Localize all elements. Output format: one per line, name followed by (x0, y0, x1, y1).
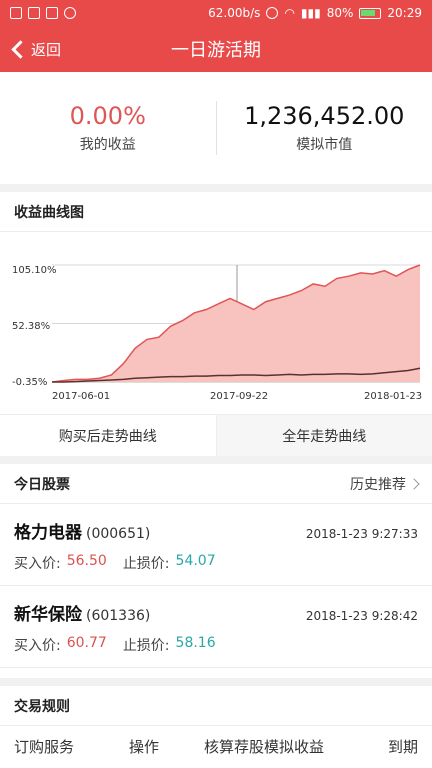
capital-block: 1,236,452.00 模拟市值 (217, 102, 432, 154)
stock-item[interactable]: 格力电器 (000651) 2018-1-23 9:27:33 买入价: 56.… (0, 504, 432, 586)
rules-col-settlement: 核算荐股模拟收益 (203, 737, 324, 756)
stock-time: 2018-1-23 9:27:33 (305, 527, 418, 541)
signal-icon: ▮▮▮ (300, 6, 321, 20)
capital-value: 1,236,452.00 (244, 102, 405, 130)
battery-percent: 80% (326, 6, 354, 20)
app-notification-icon (10, 7, 22, 19)
network-speed: 62.00b/s (208, 6, 261, 20)
stocks-header: 今日股票 历史推荐 (0, 464, 432, 504)
battery-icon (359, 7, 382, 19)
stock-code: (601336) (86, 608, 151, 624)
return-label: 我的收益 (79, 137, 136, 153)
rules-section-title: 交易规则 (0, 686, 432, 726)
stop-price-label: 止损价: (122, 638, 170, 654)
stock-name: 格力电器 (14, 523, 82, 543)
rules-col-expiry: 到期 (387, 737, 418, 756)
trading-rules-card: 交易规则 订购服务 操作 核算荐股模拟收益 到期 (0, 686, 432, 768)
message-notification-icon (28, 7, 40, 19)
clock: 20:29 (387, 6, 422, 20)
returns-chart: 105.10% 52.38% -0.35% 2017-06-01 2017-09… (0, 232, 432, 414)
buy-price: 56.50 (66, 553, 107, 569)
chevron-right-icon (408, 477, 420, 490)
y-tick-label: -0.35% (12, 377, 48, 388)
status-bar: 62.00b/s ◠ ▮▮▮ 80% 20:29 (0, 0, 432, 26)
stop-price-label: 止损价: (122, 556, 170, 572)
today-stocks-card: 今日股票 历史推荐 格力电器 (000651) 2018-1-23 9:27:3… (0, 464, 432, 678)
wifi-icon: ◠ (284, 6, 295, 20)
back-label: 返回 (31, 40, 62, 59)
rules-header-row: 订购服务 操作 核算荐股模拟收益 到期 (0, 726, 432, 766)
page-title: 一日游活期 (171, 40, 261, 61)
chart-canvas (51, 264, 421, 383)
chevron-left-icon (11, 39, 30, 59)
chart-card: 收益曲线图 105.10% 52.38% -0.35% 2017-06-01 2… (0, 192, 432, 456)
nav-bar: 返回 一日游活期 (0, 26, 432, 72)
stock-name: 新华保险 (14, 605, 82, 625)
y-tick-label: 52.38% (12, 321, 51, 332)
return-value: 0.00% (69, 102, 146, 130)
stock-item[interactable]: 新华保险 (601336) 2018-1-23 9:28:42 买入价: 60.… (0, 586, 432, 668)
notification-icons (10, 7, 76, 19)
x-tick-label: 2017-06-01 (52, 391, 111, 402)
history-label: 历史推荐 (350, 476, 406, 493)
stock-code: (000651) (86, 526, 151, 542)
summary-panel: 0.00% 我的收益 1,236,452.00 模拟市值 (0, 72, 432, 184)
image-notification-icon (46, 7, 58, 19)
stock-time: 2018-1-23 9:28:42 (305, 609, 418, 623)
history-link[interactable]: 历史推荐 (350, 474, 420, 494)
alarm-icon (266, 7, 279, 19)
buy-price-label: 买入价: (14, 638, 61, 654)
chart-section-title: 收益曲线图 (0, 192, 432, 232)
y-tick-label: 105.10% (12, 265, 57, 276)
stop-price: 54.07 (175, 553, 216, 569)
buy-price: 60.77 (66, 635, 107, 651)
x-tick-label: 2017-09-22 (210, 391, 269, 402)
x-tick-label: 2018-01-23 (364, 391, 423, 402)
rules-col-action: 操作 (128, 737, 159, 756)
back-button[interactable]: 返回 (8, 26, 61, 72)
buy-price-label: 买入价: (14, 556, 61, 572)
chart-tab-bar: 购买后走势曲线 全年走势曲线 (0, 414, 432, 456)
rules-col-service: 订购服务 (14, 737, 75, 756)
return-block: 0.00% 我的收益 (0, 102, 216, 154)
tab-full-year[interactable]: 全年走势曲线 (215, 415, 432, 456)
stocks-section-title: 今日股票 (14, 476, 70, 493)
capital-label: 模拟市值 (296, 137, 353, 153)
more-notification-icon (64, 7, 76, 19)
tab-since-purchase[interactable]: 购买后走势曲线 (0, 415, 216, 456)
stop-price: 58.16 (175, 635, 216, 651)
